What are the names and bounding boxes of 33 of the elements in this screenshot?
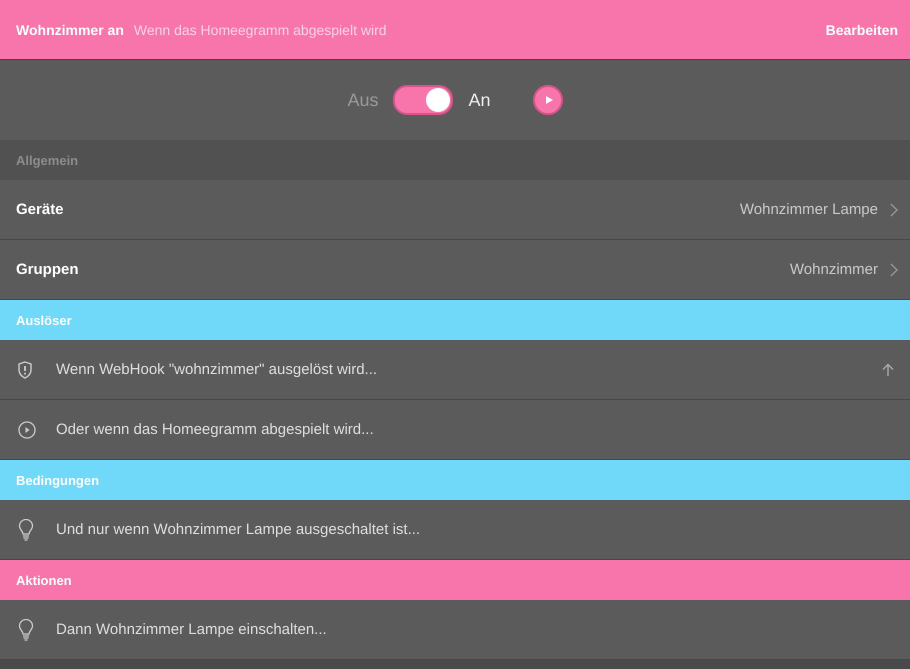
section-title: Bedingungen bbox=[16, 472, 100, 488]
list-row[interactable]: Dann Wohnzimmer Lampe einschalten... bbox=[0, 600, 910, 660]
setting-label: Gruppen bbox=[16, 261, 78, 278]
setting-label: Geräte bbox=[16, 201, 64, 218]
homeegram-title: Wohnzimmer an bbox=[16, 22, 124, 38]
section-title: Auslöser bbox=[16, 312, 72, 328]
off-label: Aus bbox=[347, 90, 378, 110]
chevron-icon bbox=[890, 202, 898, 216]
chevron-icon bbox=[890, 262, 898, 276]
edit-button[interactable]: Bearbeiten bbox=[826, 22, 898, 38]
on-label: An bbox=[468, 90, 491, 110]
play-button[interactable] bbox=[532, 85, 563, 115]
shield-icon bbox=[18, 360, 32, 378]
list-row[interactable]: Geräte Wohnzimmer Lampe bbox=[0, 180, 910, 240]
homeegram-subtitle: Wenn das Homeegramm abgespielt wird bbox=[134, 22, 387, 38]
setting-value: Wohnzimmer bbox=[790, 261, 878, 278]
play-circle-icon bbox=[18, 420, 36, 438]
list-row[interactable]: Gruppen Wohnzimmer bbox=[0, 240, 910, 300]
setting-value: Wohnzimmer Lampe bbox=[740, 201, 878, 218]
lightbulb-icon bbox=[18, 518, 34, 540]
rule-text: Und nur wenn Wohnzimmer Lampe ausgeschaltet ist... bbox=[56, 521, 420, 538]
section-title: Aktionen bbox=[16, 572, 72, 588]
list-row[interactable]: Und nur wenn Wohnzimmer Lampe ausgeschaltet ist... bbox=[0, 500, 910, 560]
list-row[interactable]: Wenn WebHook "wohnzimmer" ausgelöst wird... bbox=[0, 340, 910, 400]
rule-text: Oder wenn das Homeegramm abgespielt wird... bbox=[56, 421, 374, 438]
rule-text: Wenn WebHook "wohnzimmer" ausgelöst wird... bbox=[56, 361, 378, 378]
list-row[interactable]: Oder wenn das Homeegramm abgespielt wird... bbox=[0, 400, 910, 460]
section-title: Allgemein bbox=[16, 152, 78, 168]
lightbulb-icon bbox=[18, 618, 34, 640]
arrow-up-icon[interactable] bbox=[882, 362, 894, 376]
rule-text: Dann Wohnzimmer Lampe einschalten... bbox=[56, 621, 327, 638]
play-icon bbox=[544, 95, 554, 105]
on-off-switch[interactable] bbox=[392, 85, 452, 115]
